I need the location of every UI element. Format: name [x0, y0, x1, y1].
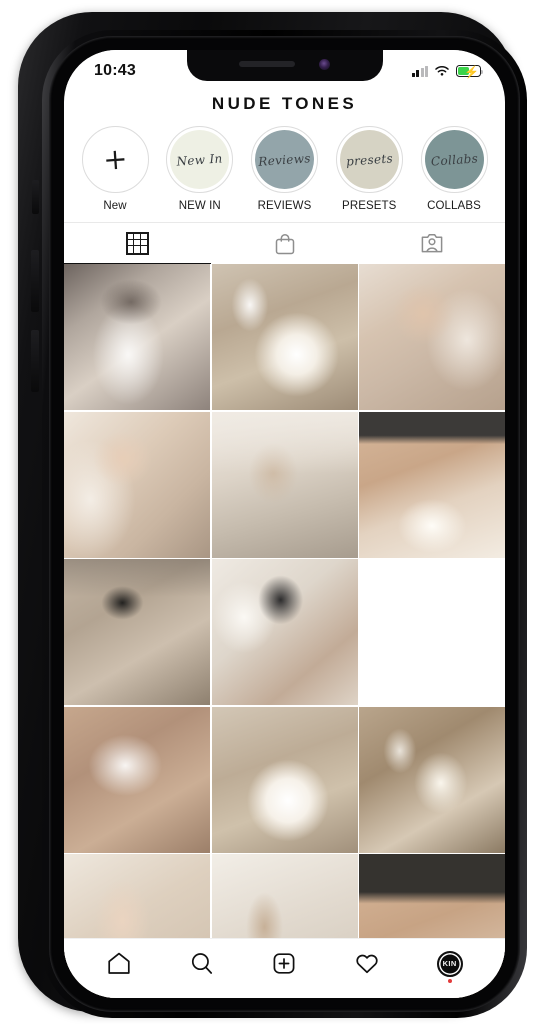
highlight-presets[interactable]: presets PRESETS: [331, 126, 407, 212]
nav-create[interactable]: [261, 947, 307, 981]
shopping-bag-icon: [275, 233, 294, 254]
post-image: [359, 559, 505, 705]
bottom-navigation-bar: KIN: [64, 938, 505, 998]
grid-post[interactable]: [64, 706, 210, 853]
search-icon: [191, 953, 212, 974]
post-image: [64, 706, 210, 853]
highlight-label: NEW IN: [178, 200, 221, 212]
screenshot-stage: 10:43 ⚡ NUDE TONES + New New In NEW IN R…: [0, 0, 533, 1024]
tab-grid[interactable]: [64, 223, 211, 264]
highlight-bubble: +: [83, 128, 147, 191]
nav-home[interactable]: [96, 947, 142, 981]
wifi-icon: [435, 66, 449, 76]
phone-frame-outer: 10:43 ⚡ NUDE TONES + New New In NEW IN R…: [18, 12, 527, 1018]
nav-profile[interactable]: KIN: [427, 947, 473, 983]
grid-post[interactable]: [211, 411, 358, 558]
avatar: KIN: [436, 950, 463, 977]
mute-switch-button[interactable]: [32, 180, 39, 214]
grid-post[interactable]: [64, 559, 210, 705]
highlight-bubble: Reviews: [253, 128, 316, 191]
post-image: [359, 411, 505, 558]
phone-screen: 10:43 ⚡ NUDE TONES + New New In NEW IN R…: [64, 50, 505, 998]
tab-shop[interactable]: [211, 223, 358, 264]
avatar-wrapper: KIN: [436, 950, 463, 983]
tab-tagged[interactable]: [358, 223, 505, 264]
highlight-label: PRESETS: [342, 200, 397, 212]
notification-badge: [447, 978, 452, 983]
plus-square-icon: [274, 953, 295, 974]
highlight-ring: New In: [166, 126, 234, 193]
highlight-reviews[interactable]: Reviews REVIEWS: [247, 126, 323, 212]
post-image: [64, 559, 210, 705]
home-icon: [108, 952, 130, 974]
highlight-label: New: [103, 200, 127, 212]
grid-post[interactable]: [359, 706, 505, 853]
volume-down-button[interactable]: [31, 330, 39, 392]
highlight-new[interactable]: + New: [77, 126, 153, 212]
nav-search[interactable]: [179, 947, 225, 981]
status-indicators: ⚡: [411, 65, 484, 78]
grid-post[interactable]: [211, 264, 358, 410]
post-image: [211, 411, 358, 558]
grid-post[interactable]: [64, 264, 210, 410]
grid-post[interactable]: [359, 411, 505, 558]
highlight-new-in[interactable]: New In NEW IN: [162, 126, 238, 212]
tagged-person-icon: [421, 234, 442, 253]
highlight-label: COLLABS: [427, 200, 481, 212]
page-title: NUDE TONES: [211, 94, 358, 113]
battery-charging-icon: ⚡: [456, 65, 484, 78]
highlight-bubble: New In: [168, 128, 232, 191]
profile-tabs: [64, 222, 505, 264]
nav-activity[interactable]: [344, 947, 390, 981]
highlight-ring: Reviews: [251, 126, 318, 193]
post-image: [211, 559, 358, 705]
photo-grid: [64, 264, 505, 998]
highlight-ring: +: [81, 126, 149, 193]
grid-post[interactable]: [359, 264, 505, 410]
highlight-collabs[interactable]: Collabs COLLABS: [416, 126, 492, 212]
highlight-bubble: Collabs: [422, 128, 486, 191]
post-image: [359, 264, 505, 410]
grid-post[interactable]: [359, 559, 505, 705]
highlight-ring: presets: [335, 126, 403, 193]
notch: [186, 50, 383, 81]
post-image: [64, 411, 210, 558]
front-camera-icon: [318, 59, 330, 70]
story-highlights-row: + New New In NEW IN Reviews REVIEWS pres…: [64, 118, 505, 216]
post-image: [211, 706, 358, 853]
post-image: [211, 264, 358, 410]
heart-icon: [356, 954, 378, 974]
grid-icon: [126, 231, 149, 255]
grid-post[interactable]: [64, 411, 210, 558]
highlight-bubble: presets: [337, 128, 401, 191]
grid-post[interactable]: [211, 559, 358, 705]
volume-up-button[interactable]: [31, 250, 39, 312]
post-image: [359, 706, 505, 853]
plus-icon: +: [101, 141, 129, 177]
post-image: [64, 264, 210, 410]
highlight-ring: Collabs: [420, 126, 488, 193]
grid-post[interactable]: [211, 706, 358, 853]
earpiece-speaker-icon: [238, 61, 295, 67]
highlight-label: REVIEWS: [257, 200, 312, 212]
status-time: 10:43: [94, 62, 136, 79]
cellular-signal-icon: [411, 65, 428, 77]
